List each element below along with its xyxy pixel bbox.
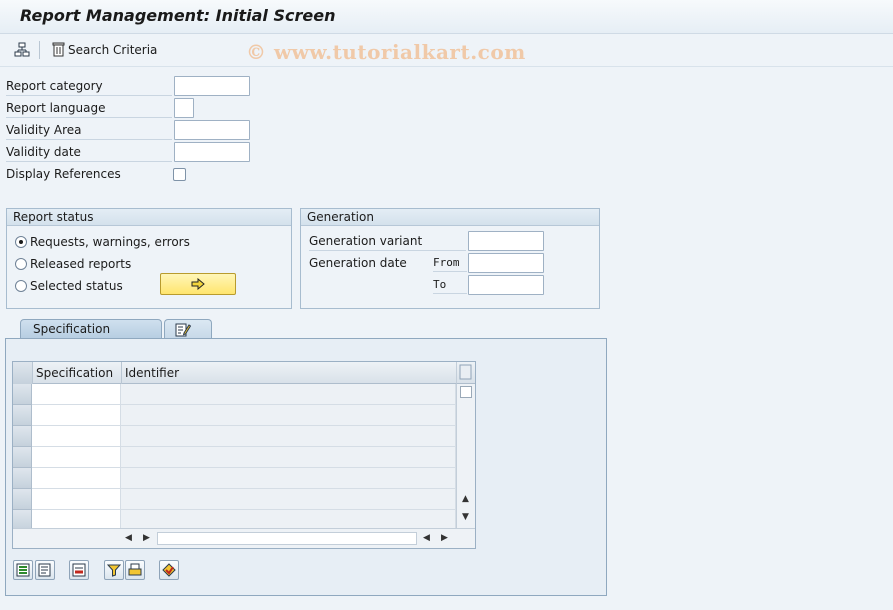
scroll-left-icon[interactable]: ◀ (125, 533, 132, 543)
report-category-field[interactable] (174, 76, 250, 96)
scroll-left-icon[interactable]: ◀ (423, 533, 430, 543)
search-criteria-button[interactable]: Search Criteria (52, 42, 157, 57)
table-cell-specification[interactable] (32, 489, 121, 510)
select-all-icon (162, 563, 176, 577)
column-header-identifier[interactable]: Identifier (121, 362, 456, 384)
radio-selected-status[interactable]: Selected status (15, 277, 123, 295)
generation-date-from-field[interactable] (468, 253, 544, 273)
search-criteria-label: Search Criteria (68, 42, 158, 57)
row-selector[interactable] (13, 426, 32, 447)
row-selector[interactable] (13, 447, 32, 468)
arrow-right-icon (191, 278, 205, 290)
application-toolbar: Search Criteria © www.tutorialkart.com (0, 35, 893, 67)
row-selector[interactable] (13, 468, 32, 489)
column-header-specification[interactable]: Specification (32, 362, 121, 384)
radio-released-reports[interactable]: Released reports (15, 255, 131, 273)
validity-area-field[interactable] (174, 120, 250, 140)
scroll-down-icon[interactable]: ▼ (462, 512, 469, 522)
radio-label: Selected status (30, 279, 123, 293)
row-selector[interactable] (13, 405, 32, 426)
delete-row-button[interactable] (69, 560, 89, 580)
delete-row-icon (72, 563, 86, 577)
row-selector[interactable] (13, 489, 32, 510)
page-title: Report Management: Initial Screen (20, 6, 336, 25)
hierarchy-button[interactable] (14, 42, 30, 58)
generation-title: Generation (301, 209, 599, 226)
generation-group: Generation Generation variant Generation… (300, 208, 600, 309)
table-cell-identifier (121, 489, 456, 510)
display-references-label: Display References (6, 167, 121, 181)
report-category-label: Report category (6, 76, 172, 96)
row-selector[interactable] (13, 384, 32, 405)
table-header: Specification Identifier (13, 362, 456, 384)
hierarchy-icon (14, 42, 30, 57)
generation-variant-label: Generation variant (309, 231, 466, 251)
specification-table: Specification Identifier ▲ ▼ ◀ ▶ ◀ ▶ (12, 361, 476, 549)
table-cell-identifier (121, 447, 456, 468)
table-cell-specification[interactable] (32, 384, 121, 405)
generation-variant-field[interactable] (468, 231, 544, 251)
report-language-label: Report language (6, 98, 172, 118)
scroll-thumb[interactable] (460, 386, 472, 398)
insert-row-button[interactable] (13, 560, 33, 580)
table-cell-identifier (121, 384, 456, 405)
trash-bin-icon (52, 42, 65, 57)
filter-button[interactable] (104, 560, 124, 580)
radio-button[interactable] (15, 280, 27, 292)
scroll-right-icon[interactable]: ▶ (143, 533, 150, 543)
vertical-scrollbar[interactable]: ▲ ▼ (456, 384, 475, 528)
generation-date-to-field[interactable] (468, 275, 544, 295)
validity-area-label: Validity Area (6, 120, 172, 140)
print-icon (128, 563, 142, 576)
insert-row-icon (16, 563, 30, 577)
report-language-field[interactable] (174, 98, 194, 118)
horizontal-scrollbar[interactable]: ◀ ▶ ◀ ▶ (13, 528, 475, 548)
validity-date-label: Validity date (6, 142, 172, 162)
select-all-button[interactable] (159, 560, 179, 580)
tab-edit[interactable] (164, 319, 212, 339)
table-cell-specification[interactable] (32, 426, 121, 447)
table-cell-identifier (121, 405, 456, 426)
watermark: © www.tutorialkart.com (246, 40, 526, 64)
tab-specification-master[interactable]: Specification master (20, 319, 162, 355)
validity-date-field[interactable] (174, 142, 250, 162)
table-cell-specification[interactable] (32, 468, 121, 489)
scroll-right-icon[interactable]: ▶ (441, 533, 448, 543)
radio-button[interactable] (15, 258, 27, 270)
generation-date-label: Generation date (309, 256, 407, 270)
title-bar: Report Management: Initial Screen (0, 0, 893, 34)
filter-icon (107, 564, 121, 577)
table-cell-identifier (121, 468, 456, 489)
select-all-cell[interactable] (13, 362, 32, 384)
execute-status-button[interactable] (160, 273, 236, 295)
table-settings-icon (459, 364, 472, 380)
table-cell-specification[interactable] (32, 447, 121, 468)
report-status-group: Report status Requests, warnings, errors… (6, 208, 292, 309)
radio-button[interactable] (15, 236, 27, 248)
scroll-up-icon[interactable]: ▲ (462, 494, 469, 504)
horizontal-scroll-track[interactable] (157, 532, 417, 545)
radio-label: Requests, warnings, errors (30, 235, 190, 249)
radio-label: Released reports (30, 257, 132, 271)
display-references-checkbox[interactable] (173, 168, 186, 181)
table-cell-specification[interactable] (32, 405, 121, 426)
details-icon (38, 563, 51, 577)
radio-requests-warnings-errors[interactable]: Requests, warnings, errors (15, 233, 190, 251)
from-label: From (433, 254, 467, 272)
table-cell-identifier (121, 426, 456, 447)
column-settings-icon[interactable] (456, 362, 475, 384)
to-label: To (433, 276, 467, 294)
print-button[interactable] (125, 560, 145, 580)
edit-icon (175, 323, 192, 337)
details-button[interactable] (35, 560, 55, 580)
report-status-title: Report status (7, 209, 291, 226)
toolbar-separator (39, 41, 40, 59)
